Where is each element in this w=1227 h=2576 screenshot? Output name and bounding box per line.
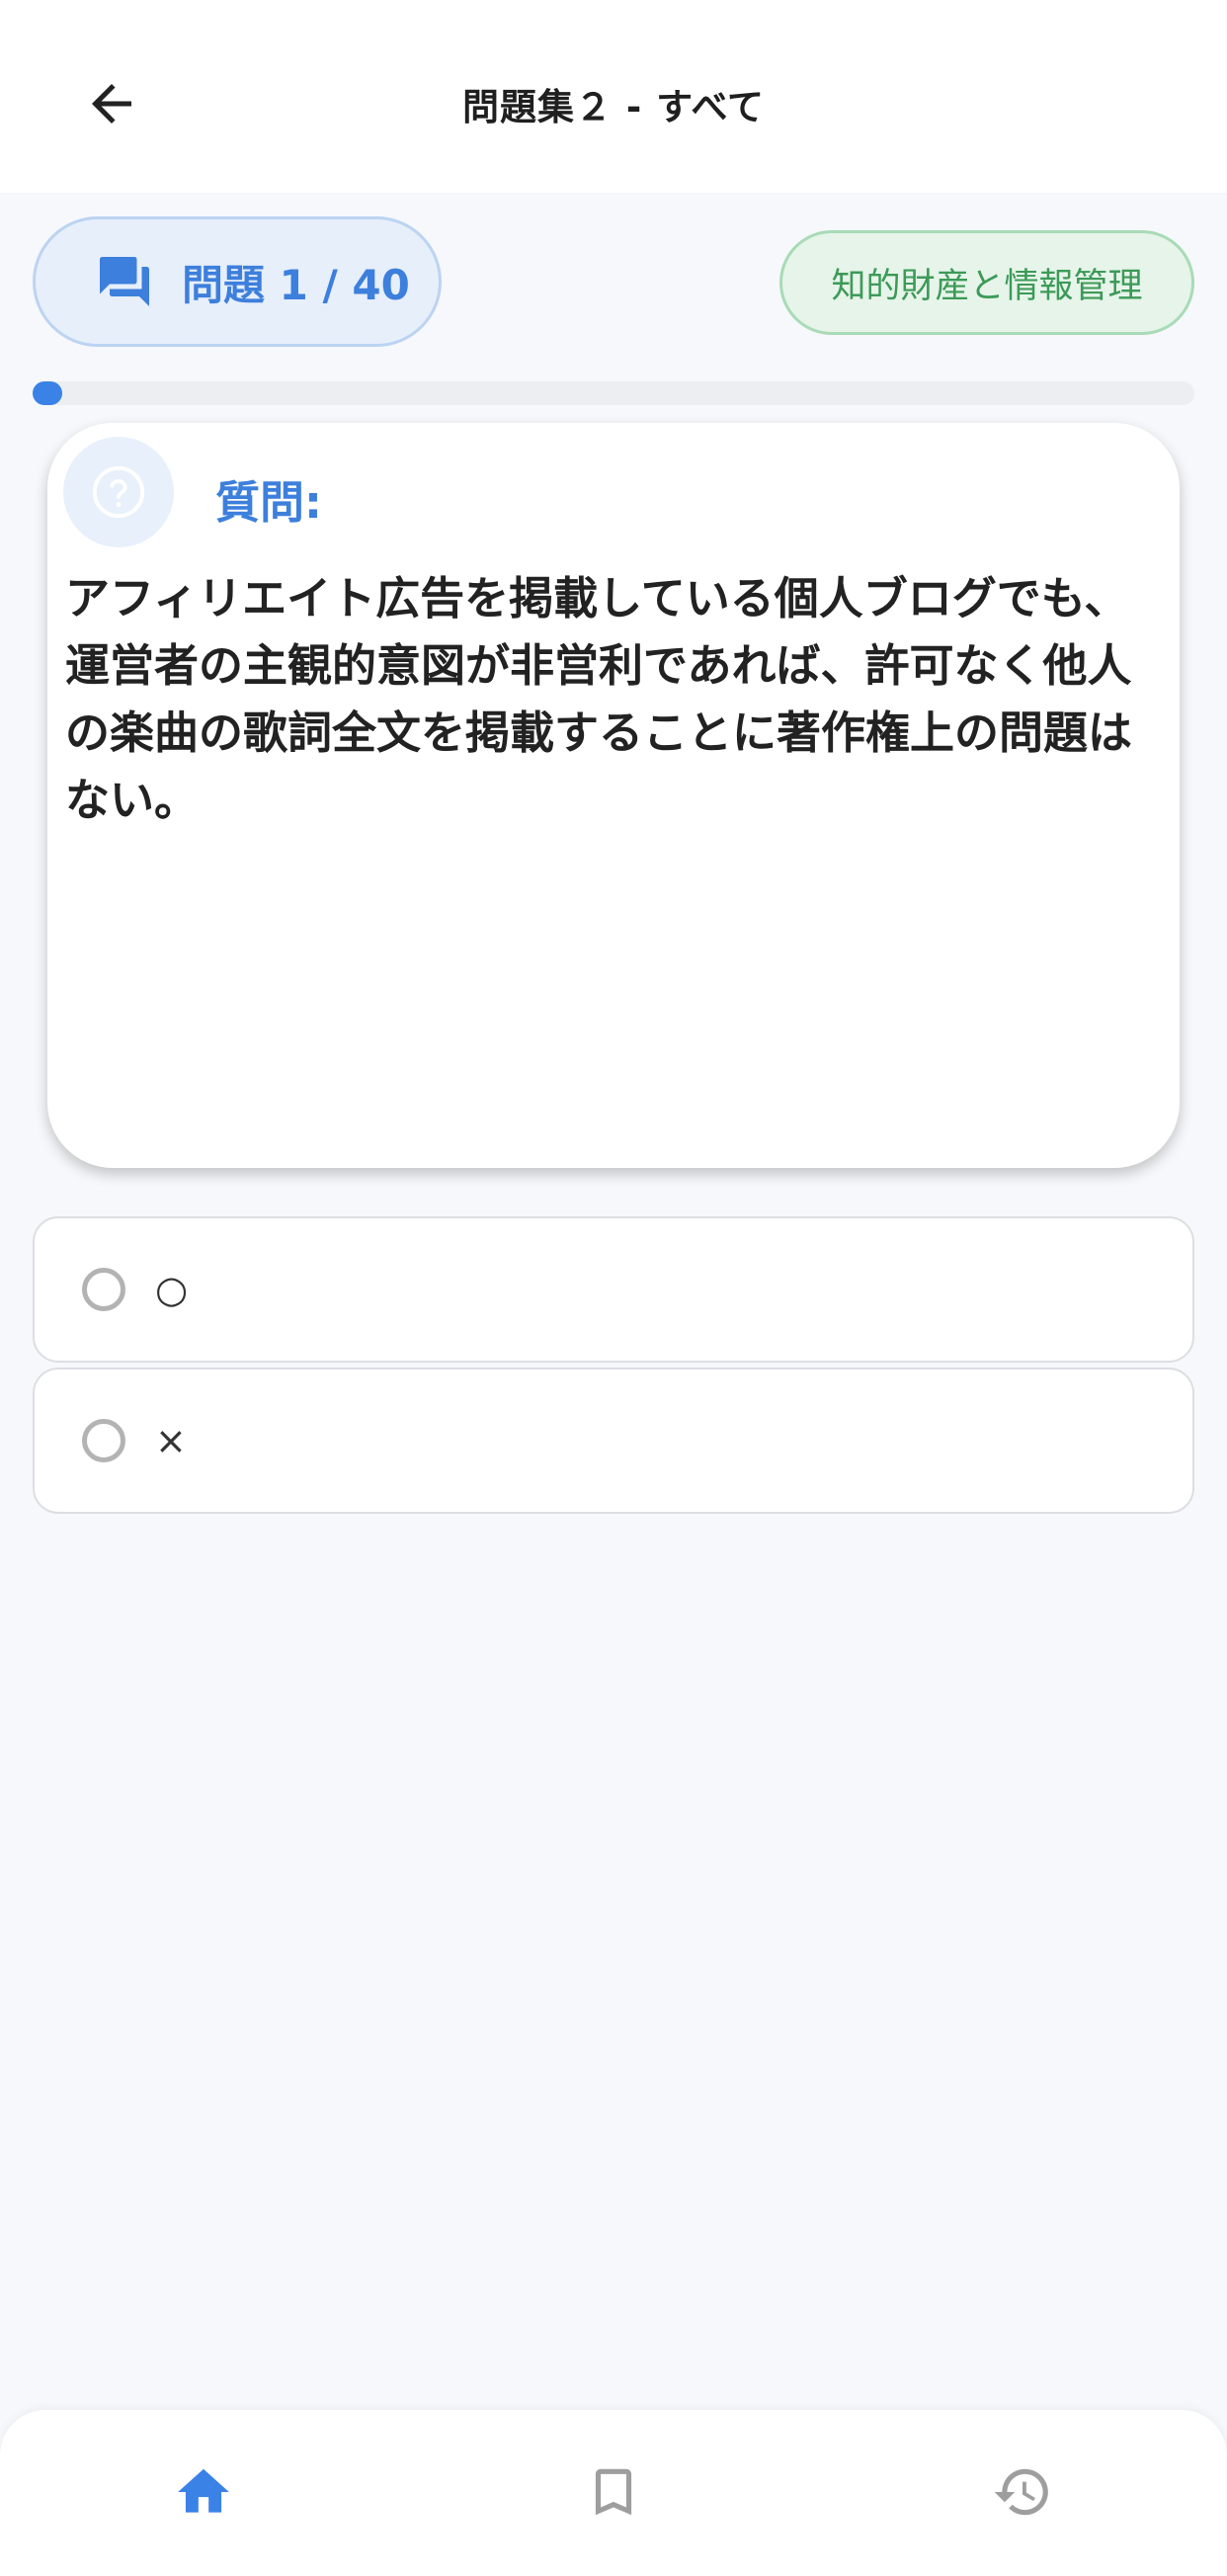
bottom-navigation xyxy=(0,2410,1227,2576)
progress-bar-fill xyxy=(33,381,62,405)
question-label: 質問: xyxy=(215,476,322,529)
answer-option-false[interactable]: × xyxy=(33,1368,1194,1514)
chat-bubbles-icon xyxy=(100,257,149,306)
question-icon-badge xyxy=(63,437,174,547)
help-circle-icon xyxy=(92,465,145,519)
nav-bookmark-button[interactable] xyxy=(581,2459,646,2525)
answer-option-label: ○ xyxy=(155,1268,189,1311)
page-title: 問題集２ - すべて xyxy=(461,86,766,128)
answer-option-true[interactable]: ○ xyxy=(33,1216,1194,1363)
home-icon xyxy=(178,2468,229,2513)
nav-home-button[interactable] xyxy=(171,2459,236,2525)
category-chip: 知的財産と情報管理 xyxy=(779,230,1194,335)
radio-button[interactable] xyxy=(82,1268,125,1311)
bookmark-icon xyxy=(595,2468,632,2516)
question-card: 質問: アフィリエイト広告を掲載している個人ブログでも、運営者の主観的意図が非営… xyxy=(47,423,1180,1168)
answer-option-label: × xyxy=(155,1419,187,1462)
question-text: アフィリエイト広告を掲載している個人ブログでも、運営者の主観的意図が非営利であれ… xyxy=(65,572,1133,826)
nav-history-button[interactable] xyxy=(990,2459,1055,2525)
question-counter-text: 問題 1 / 40 xyxy=(182,260,410,309)
radio-button[interactable] xyxy=(82,1419,125,1462)
question-counter-badge: 問題 1 / 40 xyxy=(33,216,442,347)
app-bar: 問題集２ - すべて xyxy=(0,0,1227,193)
progress-bar xyxy=(33,381,1194,405)
history-icon xyxy=(994,2468,1048,2516)
